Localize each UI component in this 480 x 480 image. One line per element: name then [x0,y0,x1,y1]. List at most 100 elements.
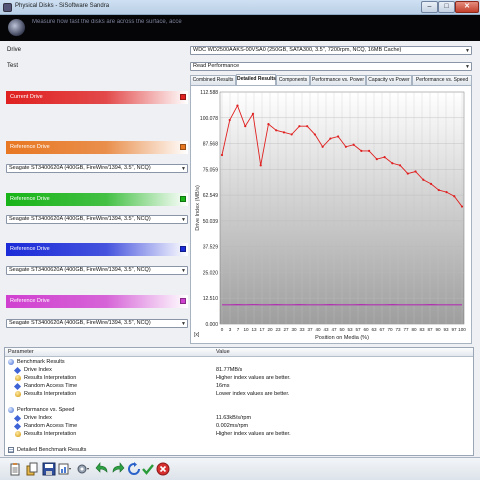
x-tick-label: 47 [331,327,337,332]
reference-drive-select-value: Seagate ST3400620A (400GB, FireWire/1394… [9,320,151,326]
reference-drive-color-swatch[interactable] [180,144,186,150]
value-cell: Higher index values are better. [216,431,291,437]
data-point [267,123,270,126]
close-button[interactable]: ✕ [455,1,479,13]
x-tick-label: 50 [339,327,345,332]
refresh-icon[interactable] [127,462,141,476]
current-drive-bar[interactable]: Current Drive [6,91,188,104]
reference-drive-color-swatch[interactable] [180,246,186,252]
data-point [306,125,309,128]
reference-drive-select[interactable]: Seagate ST3400620A (400GB, FireWire/1394… [6,266,188,275]
tip-icon [15,391,21,397]
x-tick-label: 3 [229,327,232,332]
x-tick-label: 60 [363,327,369,332]
reference-drive-label: Reference Drive [10,196,50,202]
x-tick-label: 57 [355,327,361,332]
y-tick-label: 87.568 [203,142,219,148]
back-icon[interactable] [95,462,109,476]
test-select[interactable]: Read Performance ▼ [190,62,472,71]
parameter-cell: Results Interpretation [24,391,77,397]
data-point [329,137,332,140]
tab-performance-vs-speed[interactable]: Performance vs. Speed [412,75,472,85]
y-tick-label: 0.000 [205,322,218,328]
x-tick-label: 93 [443,327,449,332]
reference-drive-select-value: Seagate ST3400620A (400GB, FireWire/1394… [9,267,151,273]
value-icon [13,366,22,375]
x-tick-label: 63 [371,327,377,332]
tip-icon [15,431,21,437]
x-tick-label: 13 [251,327,257,332]
y-axis-ticks: 112.588 100.078 87.568 75.059 62.549 50.039 37… [200,90,218,328]
test-label: Test [7,63,19,69]
reference-drive-bar[interactable]: Reference Drive [6,193,188,206]
banner-hint: Measure how fast the disks are across th… [32,19,182,25]
data-point [236,104,239,107]
reference-drive-select[interactable]: Seagate ST3400620A (400GB, FireWire/1394… [6,164,188,173]
save-icon[interactable] [42,462,56,476]
y-axis-label: Drive Index (MB/s) [195,185,201,231]
reference-drive-select[interactable]: Seagate ST3400620A (400GB, FireWire/1394… [6,319,188,328]
data-point [220,153,224,157]
tab-performance-vs-power[interactable]: Performance vs. Power [310,75,366,85]
reference-drive-select[interactable]: Seagate ST3400620A (400GB, FireWire/1394… [6,215,188,224]
reference-drive-select-value: Seagate ST3400620A (400GB, FireWire/1394… [9,216,151,222]
tab-combined-results[interactable]: Combined Results [190,75,236,85]
right-panel: WDC WD2500AAKS-00VSA0 (250GB, SATA300, 3… [190,41,480,346]
group-icon [8,359,14,365]
drive-label: Drive [7,47,22,53]
reference-drive-bar[interactable]: Reference Drive [6,243,188,256]
value-column-header[interactable]: Value [216,349,230,355]
data-point [337,135,340,138]
current-drive-color-swatch[interactable] [180,94,186,100]
reference-drive-bar[interactable]: Reference Drive [6,295,188,308]
x-tick-label: 30 [291,327,297,332]
parameter-column-header[interactable]: Parameter [8,349,34,355]
reference-drive-label: Reference Drive [10,298,50,304]
copy-icon[interactable] [25,462,39,476]
data-point [244,125,247,128]
group-icon [8,407,14,413]
minimize-button[interactable]: – [421,1,438,13]
reference-drive-color-swatch[interactable] [180,298,186,304]
drive-select[interactable]: WDC WD2500AAKS-00VSA0 (250GB, SATA300, 3… [190,46,472,55]
cancel-icon[interactable] [156,462,170,476]
data-point [367,149,371,153]
drive-select-value: WDC WD2500AAKS-00VSA0 (250GB, SATA300, 3… [193,47,402,53]
tip-icon [15,375,21,381]
tab-capacity-vs-power[interactable]: Capacity vs Power [366,75,412,85]
data-point [313,133,317,136]
tab-detailed-results[interactable]: Detailed Results [236,74,276,85]
parameter-cell: Detailed Benchmark Results [17,447,87,453]
x-tick-label: 40 [315,327,321,332]
data-point [398,164,402,167]
value-icon [13,414,22,423]
chart-options-icon[interactable] [58,462,72,476]
tab-components[interactable]: Components [276,75,310,85]
x-tick-label: 83 [419,327,425,332]
value-cell: Higher index values are better. [216,375,291,381]
tab-strip: Combined Results Detailed Results Compon… [190,74,472,85]
report-icon[interactable] [8,462,22,476]
value-icon [13,382,22,391]
y-tick-label: 100.078 [200,116,218,122]
value-cell: Lower index values are better. [216,391,290,397]
title-bar: Physical Disks - SiSoftware Sandra – □ ✕ [0,0,480,15]
options-icon[interactable] [76,462,90,476]
ok-icon[interactable] [141,462,155,476]
x-axis-label: Position on Media (%) [315,335,369,341]
left-panel: Drive Test Current Drive Reference Drive… [0,41,190,346]
reference-drive-color-swatch[interactable] [180,196,186,202]
x-tick-label: 37 [307,327,313,332]
chart-panel: 112.588 100.078 87.568 75.059 62.549 50.039 37… [190,85,472,344]
maximize-button[interactable]: □ [438,1,455,13]
x-tick-label: 90 [435,327,441,332]
value-cell: 0.002ms/rpm [216,423,249,429]
x-tick-label: 7 [237,327,240,332]
value-cell: 11.63kB/s/rpm [216,415,252,421]
parameter-cell: Results Interpretation [24,375,77,381]
table-row[interactable]: Detailed Benchmark Results [5,446,473,455]
reference-drive-bar[interactable]: Reference Drive [6,141,188,154]
window-title: Physical Disks - SiSoftware Sandra [15,3,110,9]
forward-icon[interactable] [111,462,125,476]
data-point [445,191,448,194]
